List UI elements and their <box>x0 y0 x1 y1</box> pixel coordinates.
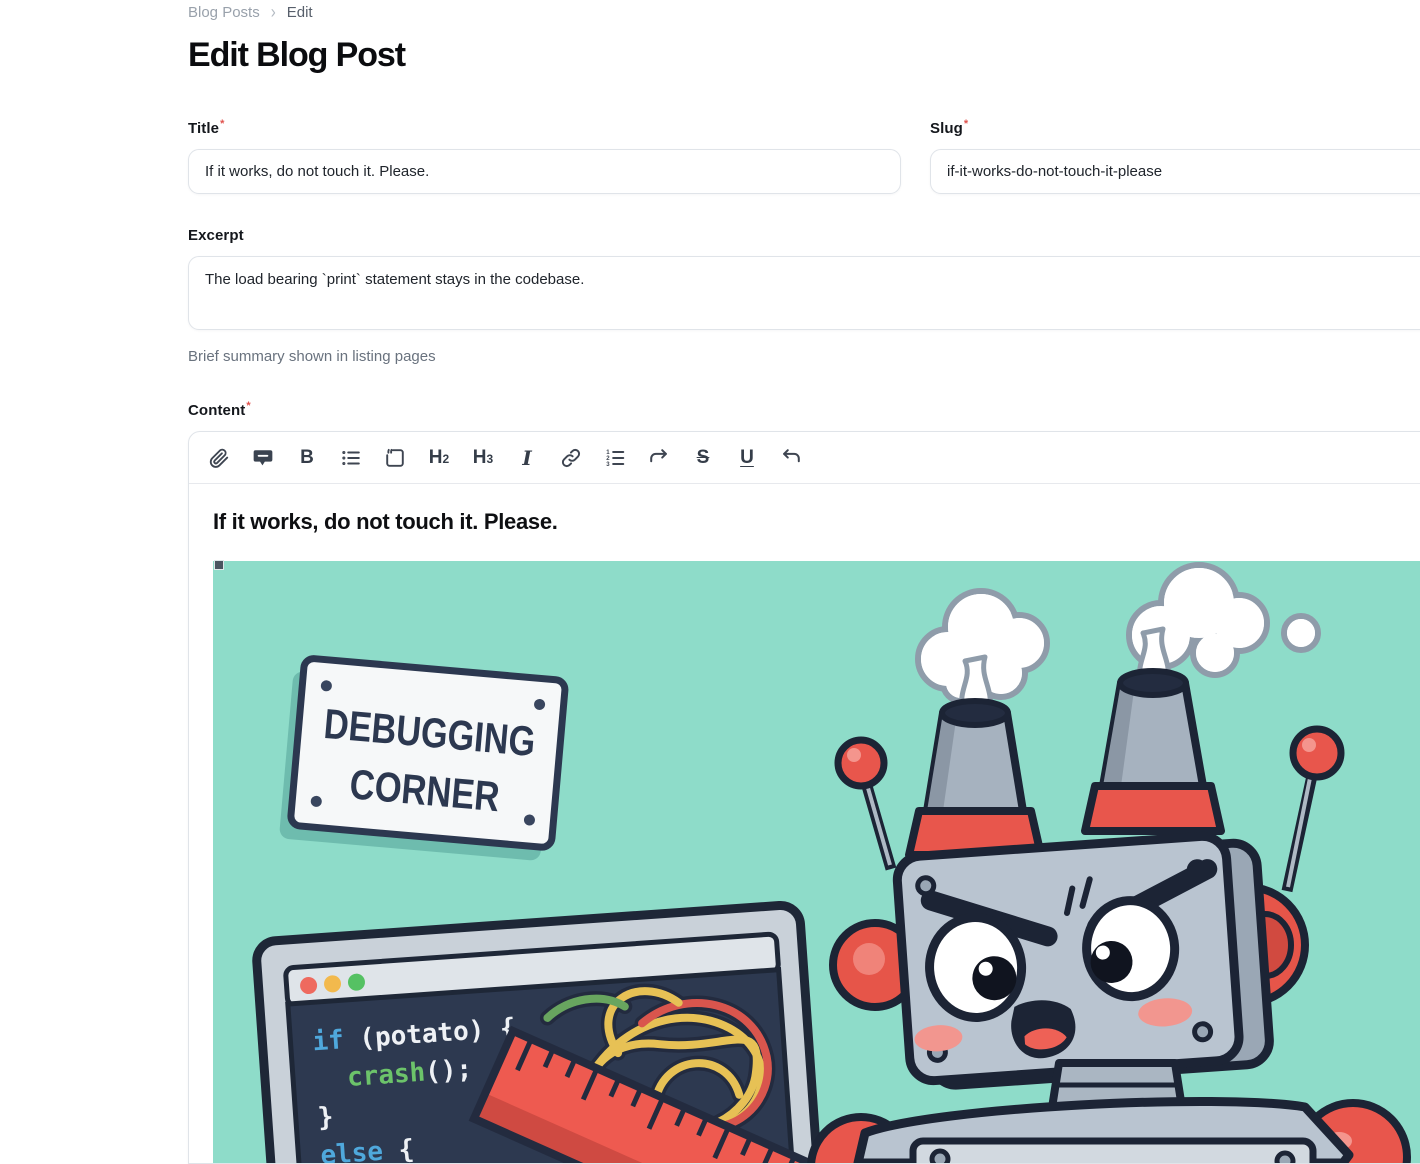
required-asterisk: * <box>964 118 968 130</box>
link-button[interactable] <box>553 440 589 476</box>
ordered-list-icon: 1 2 3 <box>604 447 626 469</box>
required-asterisk: * <box>220 118 224 130</box>
breadcrumb-separator-icon: › <box>271 1 276 22</box>
heading-3-button[interactable]: H3 <box>465 440 501 476</box>
page-title: Edit Blog Post <box>188 35 1420 75</box>
bold-icon: B <box>300 448 314 467</box>
undo-button[interactable] <box>773 440 809 476</box>
heading-3-icon: H3 <box>473 448 493 467</box>
post-image[interactable]: DEBUGGING CORNER <box>213 561 1420 1163</box>
title-label: Title* <box>188 120 901 137</box>
title-field-group: Title* <box>188 120 901 194</box>
required-asterisk: * <box>246 400 250 412</box>
excerpt-label: Excerpt <box>188 227 1420 244</box>
content-field-group: Content* <box>188 402 1420 1164</box>
redo-icon <box>648 447 670 469</box>
breadcrumb-blog-posts[interactable]: Blog Posts <box>188 4 260 21</box>
image-resize-handle[interactable] <box>214 560 224 570</box>
blockquote-button[interactable] <box>377 440 413 476</box>
underline-icon: U <box>740 448 754 467</box>
excerpt-textarea[interactable]: The load bearing `print` statement stays… <box>188 256 1420 330</box>
excerpt-help-text: Brief summary shown in listing pages <box>188 348 1420 365</box>
bold-button[interactable]: B <box>289 440 325 476</box>
slug-input[interactable] <box>930 149 1420 194</box>
comment-button[interactable] <box>245 440 281 476</box>
editor-content-area[interactable]: If it works, do not touch it. Please. <box>189 484 1420 1163</box>
redo-button[interactable] <box>641 440 677 476</box>
strikethrough-icon: S <box>697 448 710 467</box>
svg-text:2: 2 <box>606 456 610 462</box>
comment-icon <box>252 447 274 469</box>
content-label: Content* <box>188 402 1420 419</box>
blockquote-icon <box>384 447 406 469</box>
breadcrumb: Blog Posts › Edit <box>188 2 1420 22</box>
breadcrumb-edit[interactable]: Edit <box>287 4 313 21</box>
heading-2-button[interactable]: H2 <box>421 440 457 476</box>
title-input[interactable] <box>188 149 901 194</box>
underline-button[interactable]: U <box>729 440 765 476</box>
post-illustration: DEBUGGING CORNER <box>213 561 1420 1163</box>
svg-text:1: 1 <box>606 449 610 455</box>
attachment-button[interactable] <box>201 440 237 476</box>
blog-post-form: Title* Slug* Excerpt The load bearing `p… <box>188 120 1420 1164</box>
rich-text-editor: B H2 <box>188 431 1420 1164</box>
edit-blog-post-page: Blog Posts › Edit Edit Blog Post Title* … <box>0 0 1420 1164</box>
editor-toolbar: B H2 <box>189 432 1420 484</box>
bullet-list-button[interactable] <box>333 440 369 476</box>
post-heading: If it works, do not touch it. Please. <box>213 508 1420 536</box>
link-icon <box>560 447 582 469</box>
heading-2-icon: H2 <box>429 448 449 467</box>
strikethrough-button[interactable]: S <box>685 440 721 476</box>
italic-button[interactable]: I <box>509 440 545 476</box>
svg-text:}: } <box>317 1102 335 1133</box>
slug-label: Slug* <box>930 120 1420 137</box>
slug-field-group: Slug* <box>930 120 1420 194</box>
excerpt-field-group: Excerpt The load bearing `print` stateme… <box>188 227 1420 365</box>
paperclip-icon <box>208 447 230 469</box>
italic-icon: I <box>522 448 531 468</box>
ordered-list-button[interactable]: 1 2 3 <box>597 440 633 476</box>
undo-icon <box>780 447 802 469</box>
bullet-list-icon <box>340 447 362 469</box>
svg-text:3: 3 <box>606 462 610 468</box>
